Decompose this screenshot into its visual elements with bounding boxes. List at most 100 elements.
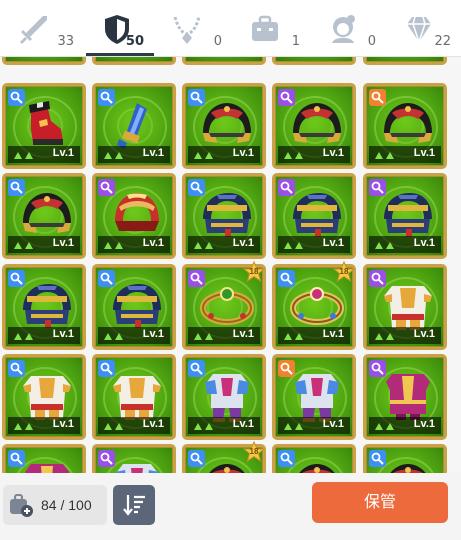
item-level: Lv.1	[413, 418, 435, 430]
item-card[interactable]: Lv.1	[363, 83, 447, 169]
item-footer: Lv.1	[278, 236, 350, 253]
robe-pink-icon	[25, 464, 69, 473]
item-card[interactable]: Lv.1	[2, 173, 86, 259]
inspect-button[interactable]	[98, 270, 115, 287]
item-card[interactable]: Lv.1	[182, 173, 266, 259]
item-card[interactable]: Lv.1	[2, 264, 86, 350]
boot-icon	[29, 101, 63, 145]
inspect-button[interactable]	[8, 89, 25, 106]
item-card[interactable]: Lv.1	[92, 83, 176, 169]
item-card[interactable]	[272, 57, 356, 65]
inspect-button[interactable]	[369, 89, 386, 106]
item-card[interactable]: Lv.1	[363, 354, 447, 440]
item-card[interactable]: Lv.1	[272, 173, 356, 259]
item-card[interactable]	[363, 57, 447, 65]
tab-necklace[interactable]: 0	[154, 0, 232, 56]
inspect-button[interactable]	[8, 270, 25, 287]
item-footer: Lv.1	[8, 236, 80, 253]
inspect-button[interactable]	[278, 450, 295, 467]
gauntlet-icon	[117, 103, 147, 149]
item-footer: Lv.1	[278, 146, 350, 163]
diamond-icon	[407, 16, 431, 43]
tab-weapon[interactable]: 33	[0, 0, 84, 56]
inspect-button[interactable]	[369, 360, 386, 377]
upgrade-triangle-icon	[205, 152, 213, 159]
inspect-button[interactable]	[98, 179, 115, 196]
upgrade-triangle-icon	[386, 423, 394, 430]
item-card[interactable]: Lv.1	[363, 173, 447, 259]
item-card[interactable]	[2, 57, 86, 65]
item-frame: Lv.1	[2, 264, 86, 350]
item-card[interactable]: Lv.1	[272, 354, 356, 440]
upgrade-triangle-icon	[14, 423, 22, 430]
upgrade-triangle-icon	[25, 242, 33, 249]
category-tab-bar: 33 50 0 1 0 22	[0, 0, 461, 56]
magnifier-icon	[100, 181, 113, 194]
inspect-button[interactable]	[188, 450, 205, 467]
upgrade-triangle-icon	[25, 152, 33, 159]
item-frame: Lv.1	[2, 354, 86, 440]
item-card[interactable]: Lv.1	[92, 264, 176, 350]
item-card[interactable]	[92, 57, 176, 65]
tab-gem[interactable]: 22	[386, 0, 461, 56]
item-footer: Lv.1	[369, 236, 441, 253]
inspect-button[interactable]	[188, 360, 205, 377]
item-frame: Lv.1	[363, 83, 447, 169]
inspect-button[interactable]	[8, 179, 25, 196]
item-level: Lv.1	[142, 237, 164, 249]
upgrade-triangle-icon	[386, 152, 394, 159]
inspect-button[interactable]	[98, 450, 115, 467]
armor-knight-icon	[115, 464, 159, 473]
upgrade-triangle-icon	[205, 333, 213, 340]
inspect-button[interactable]	[278, 179, 295, 196]
sort-button[interactable]	[113, 485, 155, 525]
inspect-button[interactable]	[8, 360, 25, 377]
item-card[interactable]: Lv.1	[92, 354, 176, 440]
item-card[interactable]: Lv.118	[182, 260, 266, 350]
upgrade-triangle-icon	[284, 242, 292, 249]
tab-character[interactable]: 0	[310, 0, 386, 56]
star-badge-text: 18	[249, 447, 259, 456]
inspect-button[interactable]	[8, 450, 25, 467]
inspect-button[interactable]	[98, 89, 115, 106]
item-card[interactable]	[182, 57, 266, 65]
inspect-button[interactable]	[188, 89, 205, 106]
item-card[interactable]: Lv.1	[2, 354, 86, 440]
inspect-button[interactable]	[188, 270, 205, 287]
item-card[interactable]: Lv.1	[92, 444, 176, 473]
item-level: Lv.1	[232, 147, 254, 159]
helmet-black-icon	[390, 464, 426, 473]
inspect-button[interactable]	[369, 270, 386, 287]
item-card[interactable]: Lv.1	[272, 444, 356, 473]
item-frame: Lv.1	[272, 444, 356, 473]
capacity-text: 84 / 100	[41, 497, 92, 513]
item-card[interactable]: Lv.1	[363, 444, 447, 473]
item-card[interactable]: Lv.1	[182, 83, 266, 169]
inventory-capacity[interactable]: 84 / 100	[3, 485, 107, 525]
inspect-button[interactable]	[278, 89, 295, 106]
item-card[interactable]: Lv.1	[272, 83, 356, 169]
tab-armor[interactable]: 50	[84, 0, 154, 56]
star-badge: 18	[242, 260, 266, 283]
magnifier-icon	[10, 272, 23, 285]
magnifier-icon	[280, 181, 293, 194]
tab-bag[interactable]: 1	[232, 0, 310, 56]
item-card[interactable]: Lv.1	[182, 354, 266, 440]
item-card[interactable]: Lv.1	[2, 444, 86, 473]
helmet-black-icon	[384, 103, 432, 143]
inspect-button[interactable]	[278, 270, 295, 287]
inspect-button[interactable]	[98, 360, 115, 377]
item-level: Lv.1	[52, 418, 74, 430]
store-button[interactable]: 保管	[312, 482, 448, 523]
ring-green-icon	[200, 287, 254, 325]
item-card[interactable]: Lv.118	[182, 440, 266, 473]
item-card[interactable]: Lv.1	[363, 264, 447, 350]
tab-count: 33	[57, 34, 74, 49]
inspect-button[interactable]	[188, 179, 205, 196]
inspect-button[interactable]	[369, 450, 386, 467]
inspect-button[interactable]	[278, 360, 295, 377]
item-card[interactable]: Lv.1	[2, 83, 86, 169]
inspect-button[interactable]	[369, 179, 386, 196]
item-card[interactable]: Lv.118	[272, 260, 356, 350]
item-card[interactable]: Lv.1	[92, 173, 176, 259]
